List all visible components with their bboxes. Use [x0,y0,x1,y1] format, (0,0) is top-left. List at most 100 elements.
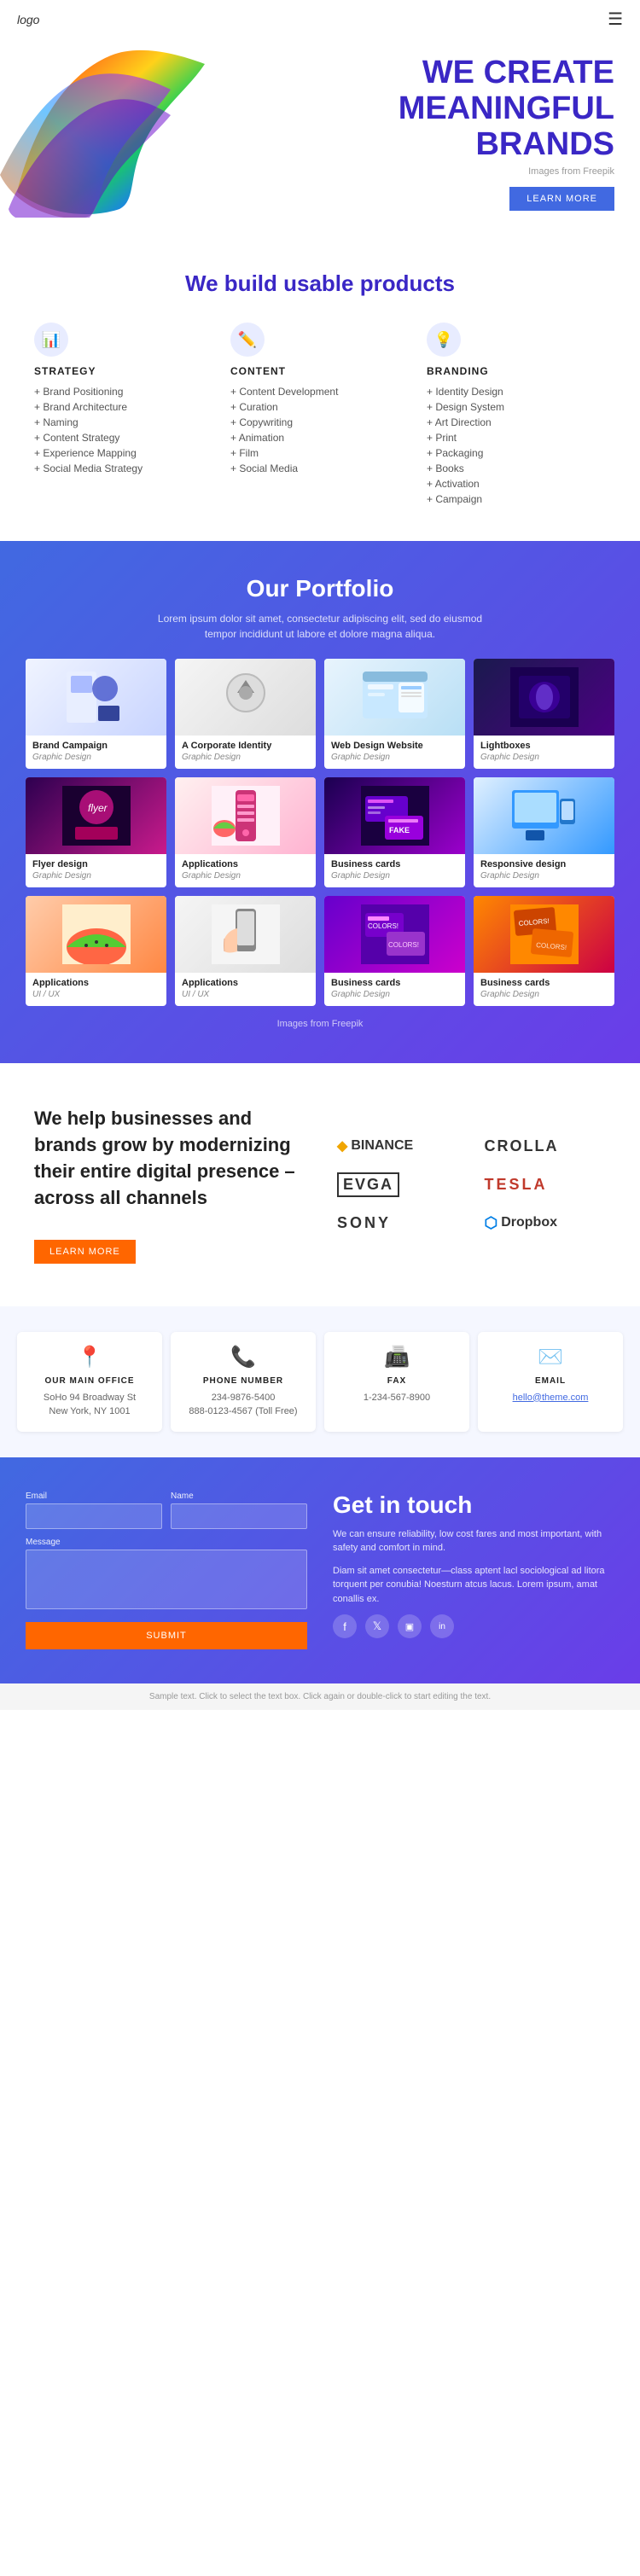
get-in-touch-section: Email Name Message SUBMIT Get in touch W… [0,1457,640,1683]
portfolio-item-title: Responsive design [480,859,608,869]
portfolio-item-image [474,777,614,854]
fax-title: FAX [333,1376,461,1386]
menu-button[interactable]: ☰ [608,9,623,30]
hero-learn-more-button[interactable]: LEARN MORE [509,187,614,211]
portfolio-item[interactable]: flyer Flyer design Graphic Design [26,777,166,887]
binance-diamond-icon: ◆ [337,1137,347,1154]
header: logo ☰ [0,0,640,38]
dropbox-icon: ⬡ [485,1214,498,1232]
svg-text:COLORS!: COLORS! [368,922,399,930]
portfolio-item-info: Applications Graphic Design [175,854,316,887]
portfolio-item-image [175,896,316,973]
svg-text:flyer: flyer [88,802,108,814]
message-field[interactable] [26,1550,307,1609]
twitter-icon[interactable]: 𝕏 [365,1614,389,1638]
build-col-branding: 💡 BRANDING Identity Design Design System… [427,323,606,507]
linkedin-icon[interactable]: in [430,1614,454,1638]
portfolio-item[interactable]: COLORS! COLORS! Business cards Graphic D… [324,896,465,1006]
office-title: OUR MAIN OFFICE [26,1376,154,1386]
crolla-logo: CROLLA [485,1137,607,1155]
form-group-name: Name [171,1492,307,1529]
svg-text:COLORS!: COLORS! [388,941,419,949]
list-item: Brand Architecture [34,399,213,415]
touch-tagline: We can ensure reliability, low cost fare… [333,1527,614,1555]
hero-title: WE CREATE MEANINGFUL BRANDS [399,55,614,162]
branding-list: Identity Design Design System Art Direct… [427,384,606,507]
portfolio-item-category: UI / UX [182,990,309,999]
form-group-email: Email [26,1492,162,1529]
list-item: Books [427,461,606,476]
portfolio-item-info: Business cards Graphic Design [474,973,614,1006]
svg-text:FAKE: FAKE [389,826,410,834]
portfolio-item-title: Brand Campaign [32,741,160,751]
portfolio-item-info: Lightboxes Graphic Design [474,736,614,769]
location-icon: 📍 [26,1345,154,1369]
strategy-list: Brand Positioning Brand Architecture Nam… [34,384,213,476]
portfolio-item-category: Graphic Design [480,871,608,881]
evga-logo: EVGA [337,1172,459,1197]
portfolio-item-category: Graphic Design [182,753,309,762]
brands-text: We help businesses and brands grow by mo… [34,1106,303,1263]
logo: logo [17,13,39,26]
portfolio-item[interactable]: Applications UI / UX [175,896,316,1006]
portfolio-freepik-credit: Images from Freepik [26,1019,614,1029]
email-text: hello@theme.com [486,1391,614,1405]
binance-logo: ◆ BINANCE [337,1137,459,1154]
office-address: SoHo 94 Broadway StNew York, NY 1001 [26,1391,154,1419]
list-item: Brand Positioning [34,384,213,399]
list-item: Curation [230,399,410,415]
email-label: Email [26,1492,162,1501]
list-item: Identity Design [427,384,606,399]
content-title: CONTENT [230,365,410,377]
portfolio-item-title: Business cards [480,978,608,988]
portfolio-item-info: Applications UI / UX [26,973,166,1006]
instagram-icon[interactable]: ▣ [398,1614,422,1638]
brands-heading: We help businesses and brands grow by mo… [34,1106,303,1211]
email-field[interactable] [26,1503,162,1529]
phone-text: 234-9876-5400888-0123-4567 (Toll Free) [179,1391,307,1419]
portfolio-item[interactable]: Lightboxes Graphic Design [474,659,614,769]
sony-logo: SONY [337,1214,459,1232]
portfolio-description: Lorem ipsum dolor sit amet, consectetur … [149,611,491,642]
portfolio-item-image [474,659,614,736]
portfolio-item[interactable]: Responsive design Graphic Design [474,777,614,887]
portfolio-item[interactable]: A Corporate Identity Graphic Design [175,659,316,769]
portfolio-item-category: UI / UX [32,990,160,999]
portfolio-item-info: Applications UI / UX [175,973,316,1006]
list-item: Copywriting [230,415,410,430]
portfolio-item-title: Applications [182,859,309,869]
form-group-message: Message [26,1538,307,1622]
list-item: Art Direction [427,415,606,430]
build-section: We build usable products 📊 STRATEGY Bran… [0,228,640,541]
portfolio-item[interactable]: Web Design Website Graphic Design [324,659,465,769]
portfolio-item-info: A Corporate Identity Graphic Design [175,736,316,769]
list-item: Activation [427,476,606,491]
portfolio-item-info: Business cards Graphic Design [324,854,465,887]
brands-learn-more-button[interactable]: LEARN MORE [34,1240,136,1264]
submit-button[interactable]: SUBMIT [26,1622,307,1649]
email-link[interactable]: hello@theme.com [513,1393,589,1403]
build-col-content: ✏️ CONTENT Content Development Curation … [230,323,410,507]
email-icon: ✉️ [486,1345,614,1369]
portfolio-item[interactable]: COLORS! COLORS! Business cards Graphic D… [474,896,614,1006]
portfolio-heading: Our Portfolio [26,575,614,602]
name-field[interactable] [171,1503,307,1529]
portfolio-item-category: Graphic Design [480,990,608,999]
portfolio-item-category: Graphic Design [331,871,458,881]
branding-title: BRANDING [427,365,606,377]
build-columns: 📊 STRATEGY Brand Positioning Brand Archi… [34,323,606,507]
hero-text: WE CREATE MEANINGFUL BRANDS Images from … [399,55,614,211]
list-item: Packaging [427,445,606,461]
portfolio-item[interactable]: Applications Graphic Design [175,777,316,887]
facebook-icon[interactable]: f [333,1614,357,1638]
portfolio-item-info: Web Design Website Graphic Design [324,736,465,769]
portfolio-item-category: Graphic Design [331,990,458,999]
portfolio-item[interactable]: Brand Campaign Graphic Design [26,659,166,769]
portfolio-item-info: Flyer design Graphic Design [26,854,166,887]
portfolio-item[interactable]: FAKE Business cards Graphic Design [324,777,465,887]
list-item: Design System [427,399,606,415]
portfolio-item[interactable]: Applications UI / UX [26,896,166,1006]
list-item: Social Media [230,461,410,476]
portfolio-item-title: Business cards [331,978,458,988]
portfolio-item-info: Brand Campaign Graphic Design [26,736,166,769]
